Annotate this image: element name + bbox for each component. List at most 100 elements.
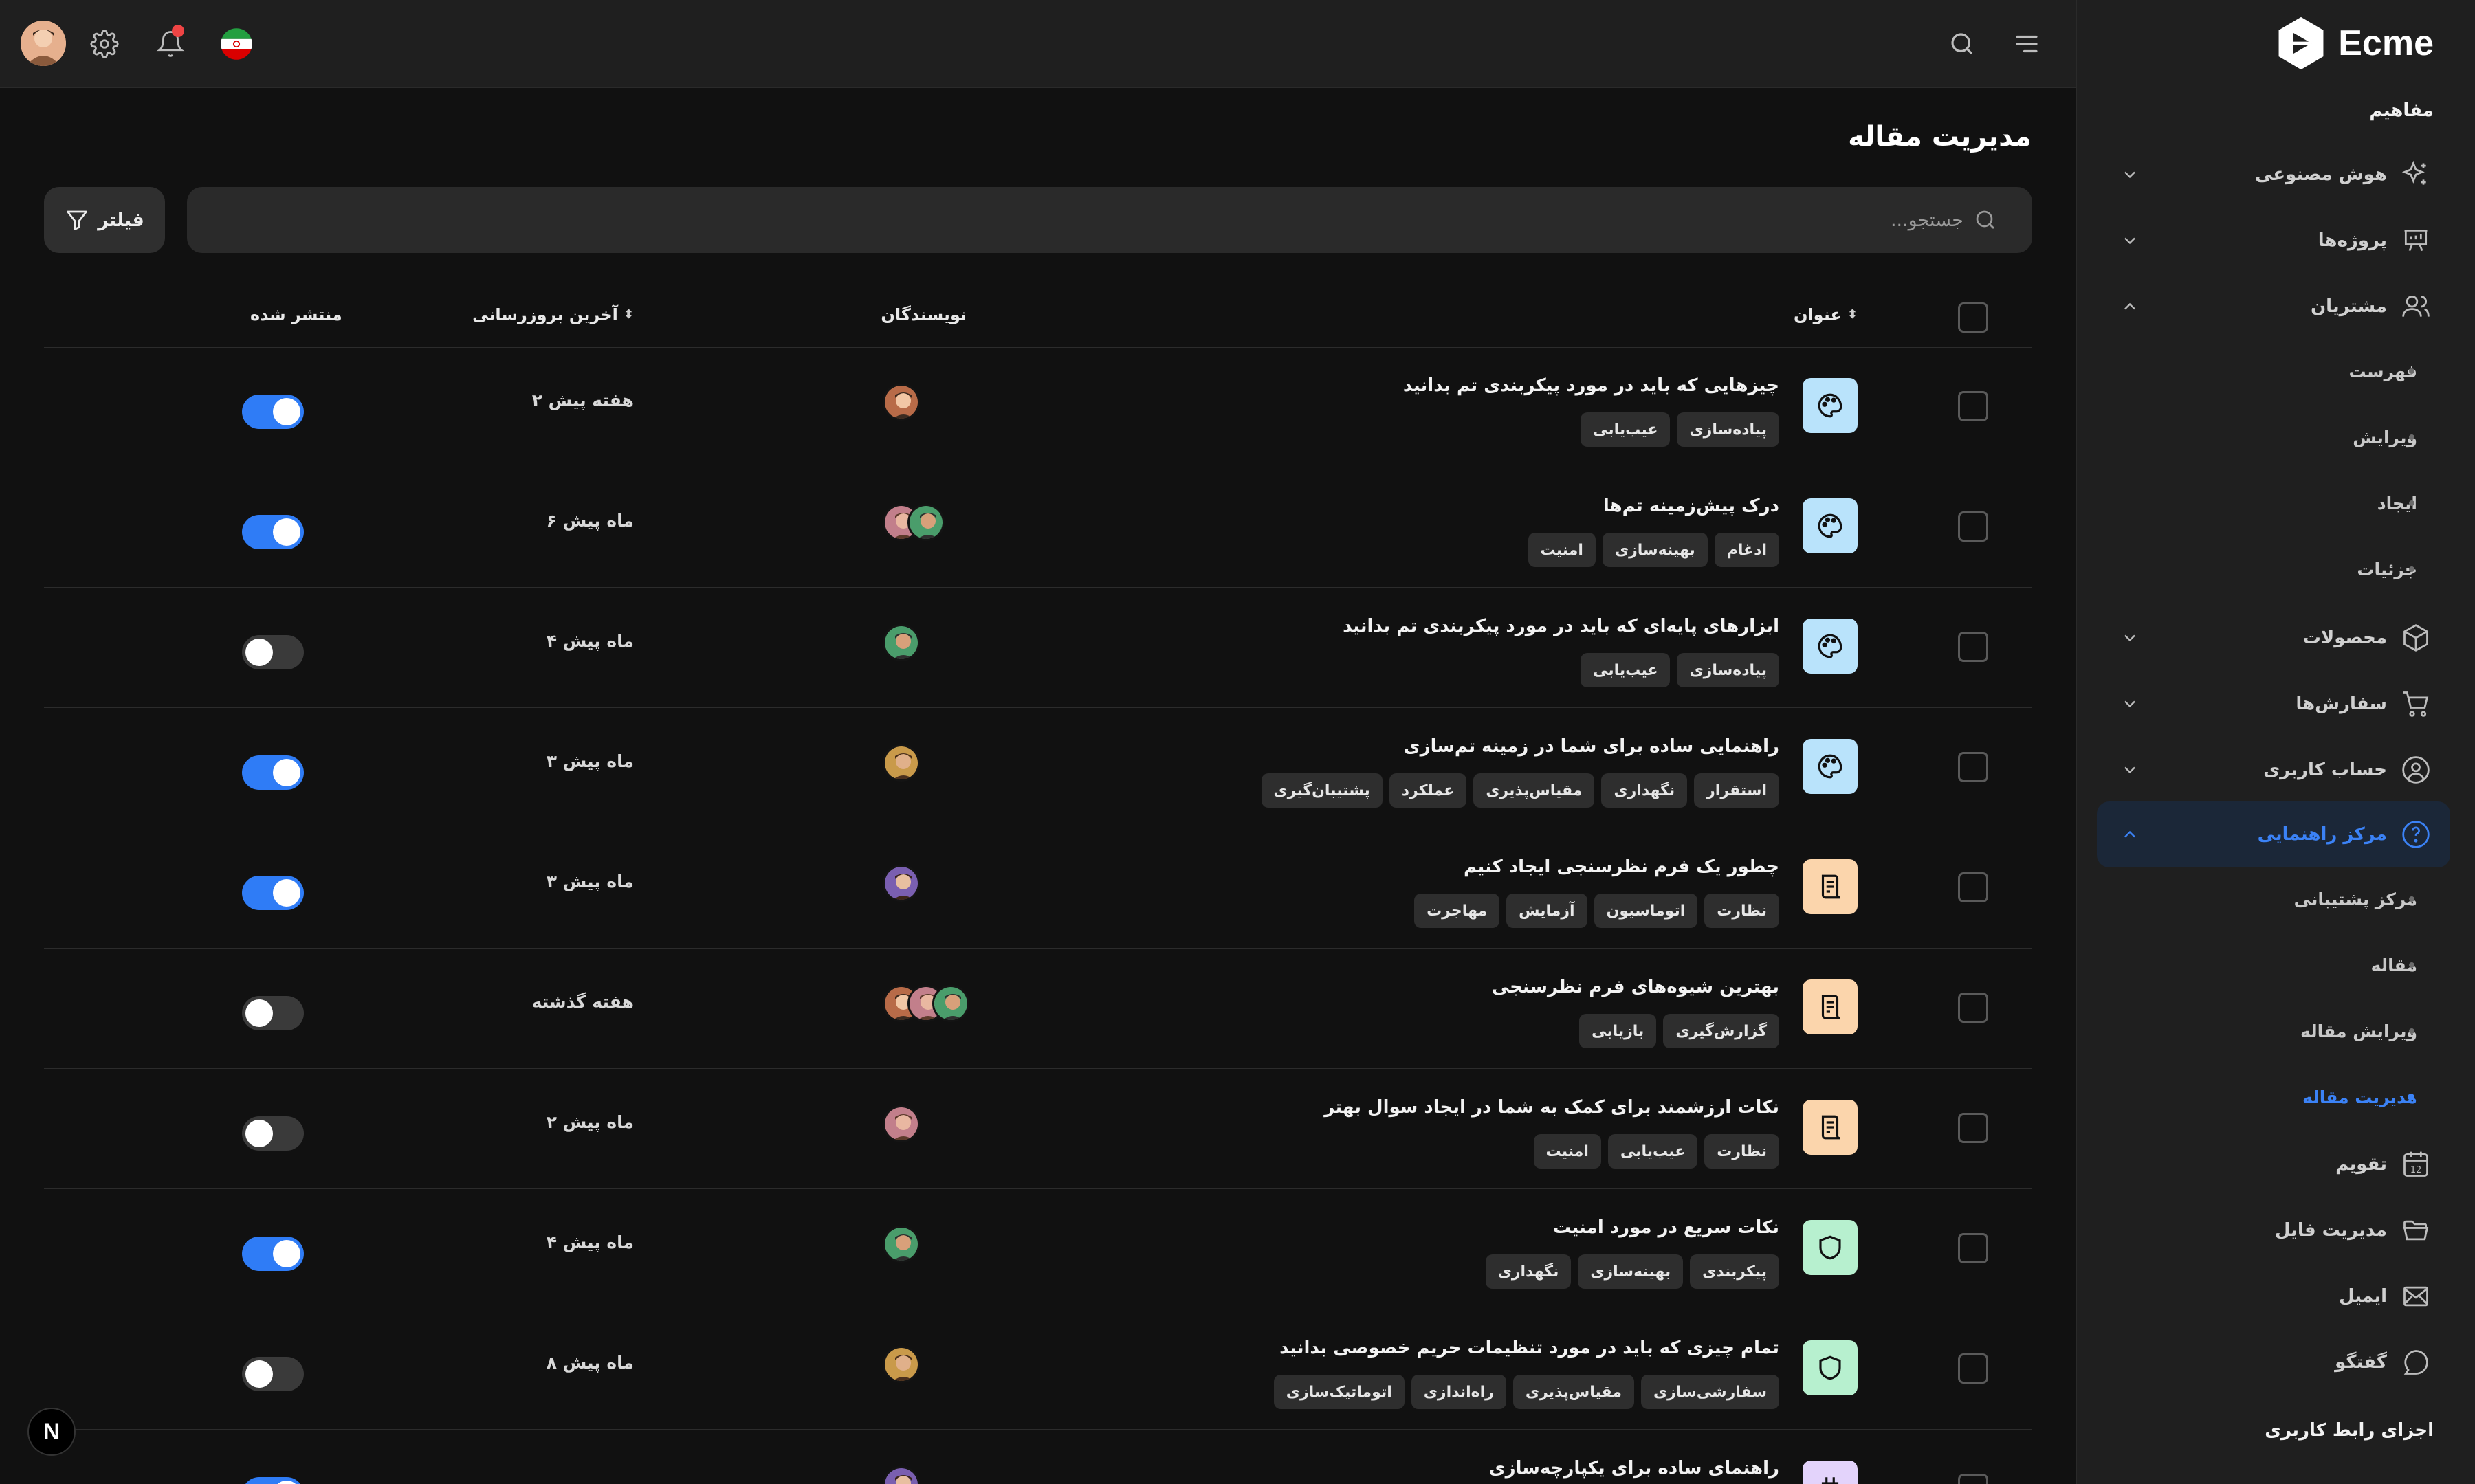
author-avatar[interactable]	[883, 1226, 920, 1263]
sidebar-sub-edit-article[interactable]: ویرایش مقاله	[2097, 1004, 2450, 1059]
sidebar-sub-customers-edit[interactable]: ویرایش	[2097, 410, 2450, 465]
table-row[interactable]: چیزهایی که باید در مورد پیکربندی تم بدان…	[44, 348, 2032, 467]
author-avatar[interactable]	[883, 624, 920, 661]
sidebar-item-calendar[interactable]: تقویم 12	[2097, 1131, 2450, 1197]
row-checkbox[interactable]	[1958, 1233, 1988, 1263]
table-row[interactable]: نکات ارزشمند برای کمک به شما در ایجاد سو…	[44, 1070, 2032, 1189]
article-title[interactable]: ابزارهای پایه‌ای که باید در مورد پیکربند…	[1343, 616, 1779, 636]
sidebar-item-ai[interactable]: هوش مصنوعی	[2097, 142, 2450, 208]
menu-toggle-button[interactable]	[2003, 21, 2050, 67]
sidebar-item-chat[interactable]: گفتگو	[2097, 1329, 2450, 1395]
table-row[interactable]: راهنمایی ساده برای شما در زمینه تم‌سازی ا…	[44, 709, 2032, 828]
author-avatar[interactable]	[883, 1466, 920, 1484]
search-icon	[1951, 33, 1973, 55]
article-title[interactable]: نکات ارزشمند برای کمک به شما در ایجاد سو…	[1324, 1097, 1779, 1118]
brand-logo[interactable]: Ecme	[2274, 14, 2434, 73]
tag: عملکرد	[1389, 773, 1467, 808]
table-row[interactable]: ابزارهای پایه‌ای که باید در مورد پیکربند…	[44, 588, 2032, 708]
palette-icon	[1803, 498, 1858, 553]
author-avatar[interactable]	[883, 865, 920, 902]
table-row[interactable]: راهنمای ساده برای یکپارچه‌سازی	[44, 1430, 2032, 1484]
published-toggle[interactable]	[242, 395, 304, 429]
row-checkbox[interactable]	[1958, 872, 1988, 902]
article-title[interactable]: راهنمایی ساده برای شما در زمینه تم‌سازی	[1404, 736, 1779, 757]
article-title[interactable]: درک پیش‌زمینه تم‌ها	[1603, 496, 1779, 516]
table-row[interactable]: چطور یک فرم نظرسنجی ایجاد کنیم نظارت اتوما…	[44, 829, 2032, 949]
tag-list: پیاده‌سازی عیب‌یابی	[1581, 653, 1779, 687]
article-title[interactable]: تمام چیزی که باید در مورد تنظیمات حریم خ…	[1279, 1338, 1779, 1358]
survey-icon	[1803, 859, 1858, 914]
author-avatar[interactable]	[883, 744, 920, 782]
table-row[interactable]: بهترین شیوه‌های فرم نظرسنجی گزارش‌گیری باز…	[44, 949, 2032, 1069]
sort-icon: ⬍	[623, 307, 634, 322]
settings-button[interactable]	[81, 21, 128, 67]
brand-name: Ecme	[2338, 23, 2434, 63]
table-row[interactable]: نکات سریع در مورد امنیت پیکربندی بهینه‌ساز…	[44, 1190, 2032, 1309]
chevron-down-icon	[2124, 634, 2135, 642]
search-input[interactable]	[314, 209, 1964, 231]
sidebar-sub-manage-articles[interactable]: مدیریت مقاله	[2097, 1070, 2450, 1125]
sidebar-item-customers[interactable]: مشتریان	[2097, 274, 2450, 340]
search-button[interactable]	[1939, 21, 1986, 67]
published-toggle[interactable]	[242, 635, 304, 669]
row-checkbox[interactable]	[1958, 632, 1988, 662]
sidebar-item-file-manager[interactable]: مدیریت فایل	[2097, 1197, 2450, 1263]
author-avatar[interactable]	[908, 504, 945, 541]
tag: امنیت	[1533, 1134, 1601, 1169]
table-row[interactable]: درک پیش‌زمینه تم‌ها ادغام بهینه‌سازی امنیت ۶…	[44, 468, 2032, 588]
bullet-dot	[2408, 1094, 2414, 1100]
sidebar-item-orders[interactable]: سفارش‌ها	[2097, 671, 2450, 737]
row-checkbox[interactable]	[1958, 511, 1988, 542]
sidebar-item-products[interactable]: محصولات	[2097, 605, 2450, 671]
article-title[interactable]: چطور یک فرم نظرسنجی ایجاد کنیم	[1464, 856, 1779, 877]
filter-button[interactable]: فیلتر	[44, 187, 165, 253]
sidebar-sub-customers-list[interactable]: فهرست	[2097, 344, 2450, 399]
select-all-checkbox[interactable]	[1958, 302, 1988, 333]
notifications-button[interactable]	[147, 21, 194, 67]
author-avatar[interactable]	[883, 384, 920, 421]
language-button[interactable]	[213, 21, 260, 67]
published-toggle[interactable]	[242, 1357, 304, 1391]
published-toggle[interactable]	[242, 996, 304, 1030]
sidebar-sub-customers-details[interactable]: جزئیات	[2097, 542, 2450, 597]
published-toggle[interactable]	[242, 755, 304, 790]
table-row[interactable]: تمام چیزی که باید در مورد تنظیمات حریم خ…	[44, 1310, 2032, 1430]
filter-label: فیلتر	[98, 209, 144, 231]
column-updated-header[interactable]: آخرین بروزرسانی ⬍	[472, 305, 634, 324]
published-toggle[interactable]	[242, 1116, 304, 1151]
search-icon	[1976, 210, 1994, 229]
published-toggle[interactable]	[242, 515, 304, 549]
sort-icon: ⬍	[1847, 307, 1858, 322]
article-title[interactable]: چیزهایی که باید در مورد پیکربندی تم بدان…	[1403, 375, 1779, 396]
sidebar-item-account[interactable]: حساب کاربری	[2097, 737, 2450, 803]
row-checkbox[interactable]	[1958, 1113, 1988, 1143]
sidebar-item-label: سفارش‌ها	[2296, 694, 2387, 714]
article-title[interactable]: راهنمای ساده برای یکپارچه‌سازی	[1489, 1458, 1779, 1479]
column-title-header[interactable]: عنوان ⬍	[1794, 305, 1858, 324]
row-checkbox[interactable]	[1958, 1474, 1988, 1484]
row-checkbox[interactable]	[1958, 993, 1988, 1023]
article-title[interactable]: بهترین شیوه‌های فرم نظرسنجی	[1492, 977, 1779, 997]
row-checkbox[interactable]	[1958, 391, 1988, 421]
row-checkbox[interactable]	[1958, 1353, 1988, 1384]
toggle-knob	[245, 999, 273, 1027]
article-title[interactable]: نکات سریع در مورد امنیت	[1553, 1217, 1779, 1238]
published-toggle[interactable]	[242, 1237, 304, 1271]
tag: مهاجرت	[1414, 894, 1500, 928]
dev-badge[interactable]: N	[28, 1408, 76, 1456]
sidebar-sub-customers-create[interactable]: ایجاد	[2097, 476, 2450, 531]
sidebar-item-help-center[interactable]: مرکز راهنمایی	[2097, 801, 2450, 867]
sidebar-sub-support-center[interactable]: مرکز پشتیبانی	[2097, 872, 2450, 927]
author-avatar[interactable]	[883, 1346, 920, 1383]
row-checkbox[interactable]	[1958, 752, 1988, 782]
published-toggle[interactable]	[242, 876, 304, 910]
sidebar-sub-article[interactable]: مقاله	[2097, 938, 2450, 993]
author-avatar[interactable]	[932, 985, 969, 1022]
author-avatar[interactable]	[883, 1105, 920, 1142]
sidebar-item-mail[interactable]: ایمیل	[2097, 1263, 2450, 1329]
sidebar-item-label: ایمیل	[2339, 1286, 2387, 1307]
sidebar-item-projects[interactable]: پروژه‌ها	[2097, 208, 2450, 274]
toggle-knob	[273, 518, 300, 546]
published-toggle[interactable]	[242, 1477, 304, 1484]
user-avatar[interactable]	[21, 21, 66, 66]
